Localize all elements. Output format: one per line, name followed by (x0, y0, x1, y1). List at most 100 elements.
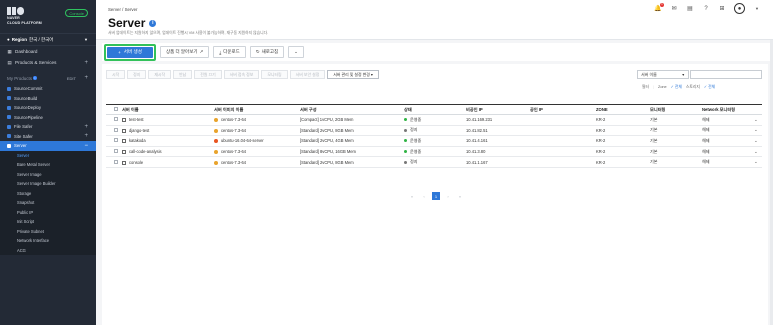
server-name[interactable]: call-code-analysis (129, 149, 162, 154)
plus-icon[interactable]: + (84, 60, 88, 66)
search-field-select[interactable]: 서버 이름 ▼ (637, 70, 689, 79)
sidebar-item-sourcebuild[interactable]: SourceBuild (0, 94, 96, 104)
table-body: test-test centos-7.3-64 [Compact] 1vCPU, 2… (106, 114, 762, 168)
return-button[interactable]: 반납 (173, 70, 193, 79)
next-page-button[interactable]: › (444, 192, 452, 200)
more-dropdown-button[interactable]: ⌄ (288, 46, 304, 58)
submenu-public-ip[interactable]: Public IP (0, 208, 96, 218)
first-page-button[interactable]: « (408, 192, 416, 200)
row-checkbox[interactable] (114, 117, 118, 122)
sidebar-item-sourcedeploy[interactable]: SourceDeploy (0, 103, 96, 113)
table-row[interactable]: django-test centos-7.3-64 [Standard] 2vCPU… (106, 125, 762, 137)
power-off-button[interactable]: 전원 끄기 (194, 70, 222, 79)
stop-button[interactable]: 정지 (127, 70, 147, 79)
filter-label[interactable]: 필터 (642, 85, 649, 90)
submenu-server-image[interactable]: Server Image (0, 170, 96, 180)
help-circle-icon[interactable]: ? (702, 5, 710, 13)
create-server-label: 서버 생성 (123, 49, 142, 54)
chevron-down-icon[interactable]: ⌄ (754, 125, 762, 137)
submenu-snapshot[interactable]: Snapshot (0, 198, 96, 208)
start-button[interactable]: 시작 (106, 70, 126, 79)
chevron-down-icon[interactable]: ⌄ (754, 146, 762, 158)
col-monitoring[interactable]: 모니터링 (650, 104, 702, 115)
server-name[interactable]: katakoda (129, 138, 146, 143)
sidebar-item-sourcepipeline[interactable]: SourcePipeline (0, 113, 96, 123)
security-settings-button[interactable]: 서버 보안 설정 (289, 70, 326, 79)
last-page-button[interactable]: » (456, 192, 464, 200)
submenu-network-interface[interactable]: Network Interface (0, 236, 96, 246)
connection-info-button[interactable]: 서버 접속 정보 (223, 70, 260, 79)
chevron-down-icon[interactable]: ▼ (753, 5, 761, 13)
submenu-init-script[interactable]: Init Script (0, 217, 96, 227)
sidebar-item-sourcecommit[interactable]: SourceCommit (0, 84, 96, 94)
nav-dashboard[interactable]: ▦ Dashboard (0, 46, 96, 57)
monitoring-button[interactable]: 모니터링 (261, 70, 288, 79)
row-checkbox[interactable] (114, 127, 118, 132)
table-row[interactable]: console centos-7.3-64 [Standard] 2vCPU, 8G… (106, 156, 762, 168)
zone: KR-2 (596, 146, 650, 158)
plus-icon[interactable]: + (84, 133, 88, 139)
download-button[interactable]: ⤓ 다운로드 (213, 46, 246, 58)
col-status[interactable]: 상태 (404, 104, 466, 115)
col-network-monitoring[interactable]: Network 모니터링 (702, 104, 754, 115)
edit-button[interactable]: EDIT (67, 76, 76, 81)
help-icon[interactable]: i (149, 19, 157, 27)
table-header-row: 서버 이름 서버 이미지 이름 서버 구성 상태 비공인 IP 공인 IP ZO… (106, 104, 762, 115)
chevron-down-icon[interactable]: ⌄ (754, 135, 762, 147)
sidebar-item-file-safer[interactable]: File Safer + (0, 122, 96, 132)
refresh-button[interactable]: ↻ 새로고침 (249, 46, 285, 58)
nav-products-services[interactable]: ▤ Products & Services + (0, 57, 96, 68)
col-image-name[interactable]: 서버 이미지 이름 (214, 104, 300, 115)
table-row[interactable]: test-test centos-7.3-64 [Compact] 1vCPU, 2… (106, 114, 762, 126)
document-icon[interactable]: ▤ (686, 5, 694, 13)
restart-button[interactable]: 재시작 (148, 70, 172, 79)
server-name[interactable]: console (129, 160, 143, 165)
apps-grid-icon[interactable]: ⊞ (718, 5, 726, 13)
row-checkbox[interactable] (114, 138, 118, 143)
submenu-acg[interactable]: ACG (0, 246, 96, 256)
more-products-button[interactable]: 상품 더 알아보기 ↗ (160, 46, 210, 58)
col-zone[interactable]: ZONE (596, 104, 650, 115)
breadcrumb[interactable]: Server / Server (108, 7, 138, 12)
col-public-ip[interactable]: 공인 IP (530, 104, 596, 115)
storage-filter-value[interactable]: ✓ 전체 (704, 84, 715, 90)
col-private-ip[interactable]: 비공인 IP (466, 104, 530, 115)
region-selector[interactable]: ● Region 한국 / 한국어 ▼ (0, 33, 96, 46)
col-server-spec[interactable]: 서버 구성 (300, 104, 404, 115)
submenu-server-image-builder[interactable]: Server Image Builder (0, 179, 96, 189)
mail-icon[interactable]: ✉ (670, 5, 678, 13)
server-name[interactable]: test-test (129, 117, 144, 122)
server-icon (122, 118, 126, 123)
submenu-storage[interactable]: Storage (0, 189, 96, 199)
row-checkbox[interactable] (114, 149, 118, 154)
select-all-checkbox[interactable] (114, 107, 118, 111)
plus-icon[interactable]: + (84, 124, 88, 130)
submenu-bare-metal-server[interactable]: Bare Metal Server (0, 160, 96, 170)
prev-page-button[interactable]: ‹ (420, 192, 428, 200)
centos-icon (214, 118, 218, 123)
search-input[interactable] (690, 70, 762, 79)
row-checkbox[interactable] (114, 159, 118, 164)
minus-icon[interactable]: − (84, 143, 88, 149)
table-row[interactable]: katakoda ubuntu-16.04-64-server [Standard]… (106, 135, 762, 147)
chevron-down-icon[interactable]: ⌄ (754, 114, 762, 126)
server-name[interactable]: django-test (129, 128, 149, 133)
plus-icon[interactable]: + (84, 75, 88, 81)
avatar[interactable]: ● (734, 3, 745, 14)
table-row[interactable]: call-code-analysis centos-7.3-64 [Standard… (106, 146, 762, 158)
chevron-down-icon[interactable]: ⌄ (754, 156, 762, 168)
status-cell: 운영중 (404, 135, 466, 147)
submenu-private-subnet[interactable]: Private Subnet (0, 227, 96, 237)
create-server-button[interactable]: + 서버 생성 (107, 46, 153, 58)
zone-filter-value[interactable]: ✓ 전체 (671, 84, 682, 90)
sidebar-item-server[interactable]: Server − (0, 141, 96, 151)
current-page[interactable]: 1 (432, 192, 440, 200)
notification-bell-icon[interactable]: 🔔 1 (654, 2, 664, 13)
network-monitoring: 해제 (702, 156, 754, 168)
server-settings-dropdown[interactable]: 서버 관리 및 설정 변경 ▾ (327, 70, 379, 79)
logo[interactable]: NAVER CLOUD PLATFORM Console (0, 0, 96, 33)
sidebar-item-site-safer[interactable]: Site Safer + (0, 132, 96, 142)
submenu-server[interactable]: Server (0, 151, 96, 161)
col-server-name[interactable]: 서버 이름 (122, 104, 214, 115)
console-badge[interactable]: Console (65, 9, 88, 17)
